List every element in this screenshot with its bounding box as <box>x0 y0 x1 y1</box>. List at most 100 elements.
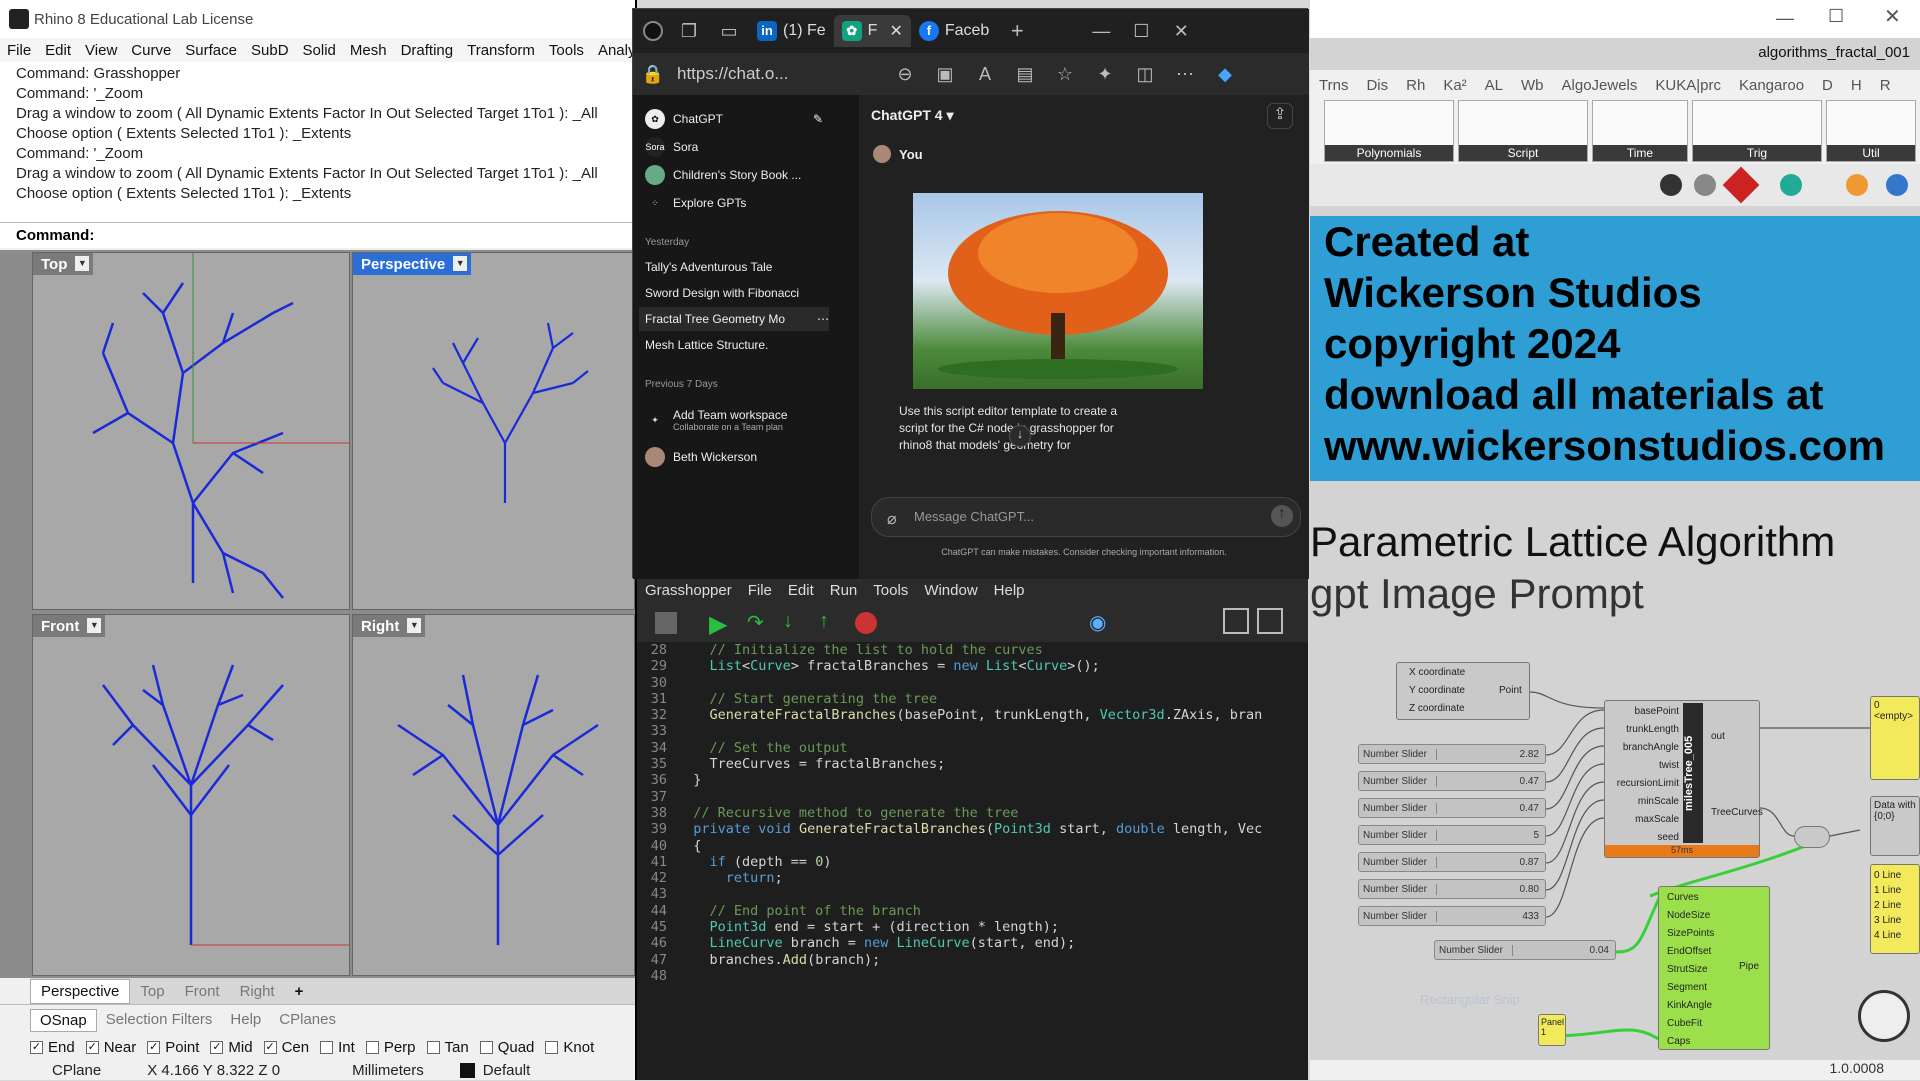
slider-value[interactable]: 5 <box>1437 830 1545 841</box>
wireframe-icon[interactable] <box>1694 174 1716 196</box>
menu-subd[interactable]: SubD <box>244 42 296 59</box>
zoom-icon[interactable]: ⊖ <box>885 64 925 85</box>
code-line[interactable]: 40 { <box>637 838 1308 854</box>
viewport-tab-perspective[interactable]: Perspective ▼ <box>353 253 472 275</box>
menu-view[interactable]: View <box>78 42 124 59</box>
history-item[interactable]: Sword Design with Fibonacci <box>645 281 799 305</box>
number-slider[interactable]: Number Slider 0.47 <box>1358 771 1546 791</box>
send-icon[interactable]: ↑ <box>1271 505 1293 527</box>
code-line[interactable]: 31 // Start generating the tree <box>637 691 1308 707</box>
checkbox[interactable] <box>426 1041 440 1054</box>
more-icon[interactable]: ⋯ <box>1165 64 1205 85</box>
more-icon[interactable]: ⋯ <box>817 312 829 326</box>
menu-tools[interactable]: Tools <box>865 582 916 599</box>
layer-color-swatch[interactable] <box>459 1062 475 1078</box>
sphere-icon[interactable] <box>1846 174 1868 196</box>
stop-icon[interactable] <box>855 612 877 634</box>
close-tab-icon[interactable]: ✕ <box>889 21 902 41</box>
list-panel[interactable]: 0 Line 1 Line 2 Line 3 Line 4 Line <box>1870 864 1920 954</box>
menu-run[interactable]: Run <box>822 582 866 599</box>
slider-value[interactable]: 0.87 <box>1437 857 1545 868</box>
relay-node[interactable] <box>1794 826 1830 848</box>
viewport-tab-front[interactable]: Front ▼ <box>33 615 106 637</box>
read-aloud-icon[interactable]: A <box>965 64 1005 85</box>
chevron-down-icon[interactable]: ▼ <box>75 256 90 271</box>
viewport-tab-top[interactable]: Top ▼ <box>33 253 94 275</box>
code-line[interactable]: 36 } <box>637 772 1308 788</box>
ribbon-time[interactable]: Time <box>1592 100 1688 162</box>
new-chat-icon[interactable]: ✎ <box>813 112 823 126</box>
add-team-workspace[interactable]: ✦ Add Team workspace Collaborate on a Team… <box>645 405 787 435</box>
history-item-active[interactable]: Fractal Tree Geometry Mo ⋯ <box>639 307 829 331</box>
tab-help[interactable]: Help <box>221 1009 270 1032</box>
menu-transform[interactable]: Transform <box>460 42 542 59</box>
ribbon-trig[interactable]: Trig <box>1692 100 1822 162</box>
app-icon[interactable]: ▣ <box>925 64 965 85</box>
scroll-down-icon[interactable]: ↓ <box>1009 425 1031 447</box>
menu-curve[interactable]: Curve <box>124 42 178 59</box>
url-field[interactable]: https://chat.o... <box>665 58 885 90</box>
code-line[interactable]: 28 // Initialize the list to hold the cu… <box>637 642 1308 658</box>
code-line[interactable]: 43 <box>637 886 1308 902</box>
maximize-icon[interactable]: ☐ <box>1121 21 1161 42</box>
model-selector[interactable]: ChatGPT 4 ▾ <box>871 107 954 124</box>
split-screen-icon[interactable]: ◫ <box>1125 64 1165 85</box>
code-line[interactable]: 44 // End point of the branch <box>637 903 1308 919</box>
tab-algojewels[interactable]: AlgoJewels <box>1553 77 1647 94</box>
tab-cplanes[interactable]: CPlanes <box>270 1009 345 1032</box>
code-line[interactable]: 29 List<Curve> fractalBranches = new Lis… <box>637 658 1308 674</box>
code-line[interactable]: 42 return; <box>637 870 1308 886</box>
number-slider[interactable]: Number Slider 0.87 <box>1358 852 1546 872</box>
checkbox-checked[interactable]: ✓ <box>263 1041 277 1054</box>
save-icon[interactable] <box>655 612 677 634</box>
code-line[interactable]: 46 LineCurve branch = new LineCurve(star… <box>637 935 1308 951</box>
code-line[interactable]: 38 // Recursive method to generate the t… <box>637 805 1308 821</box>
profile-avatar[interactable] <box>643 21 663 41</box>
number-slider[interactable]: Number Slider 5 <box>1358 825 1546 845</box>
code-line[interactable]: 48 <box>637 968 1308 984</box>
tab-linkedin[interactable]: in (1) Fe <box>749 15 834 47</box>
attach-icon[interactable]: ⌀ <box>887 509 897 529</box>
menu-drafting[interactable]: Drafting <box>394 42 461 59</box>
history-item[interactable]: Tally's Adventurous Tale <box>645 255 772 279</box>
ribbon-script[interactable]: Script <box>1458 100 1588 162</box>
tab-trns[interactable]: Trns <box>1310 77 1357 94</box>
preview-eye-icon[interactable]: ◉ <box>1089 610 1106 635</box>
tab-facebook[interactable]: f Faceb <box>911 15 997 47</box>
command-prompt[interactable]: Command: <box>0 222 635 248</box>
code-line[interactable]: 47 branches.Add(branch); <box>637 952 1308 968</box>
tab-ka2[interactable]: Ka² <box>1434 77 1475 94</box>
reader-icon[interactable]: ▤ <box>1005 64 1045 85</box>
osnap-mid[interactable]: ✓ Mid <box>210 1039 253 1056</box>
tab-kangaroo[interactable]: Kangaroo <box>1730 77 1813 94</box>
tab-selection-filters[interactable]: Selection Filters <box>97 1009 222 1032</box>
vp-tab-perspective[interactable]: Perspective <box>30 978 131 1004</box>
workspaces-icon[interactable]: ❐ <box>669 21 709 42</box>
code-editor[interactable]: 28 // Initialize the list to hold the cu… <box>637 642 1308 1080</box>
osnap-cen[interactable]: ✓ Cen <box>263 1039 309 1056</box>
checkbox-checked[interactable]: ✓ <box>147 1041 161 1054</box>
empty-panel[interactable]: 0 <empty> <box>1870 696 1920 780</box>
checkbox[interactable] <box>320 1041 334 1054</box>
number-slider-pipe[interactable]: Number Slider 0.04 <box>1434 940 1616 960</box>
output-toggle-icon[interactable] <box>1257 608 1283 634</box>
slider-value[interactable]: 433 <box>1437 911 1545 922</box>
csharp-script-node[interactable]: basePoint trunkLength branchAngle twist … <box>1604 700 1763 858</box>
status-layer[interactable]: Default <box>483 1062 531 1079</box>
panel-toggle-icon[interactable] <box>1223 608 1249 634</box>
status-units[interactable]: Millimeters <box>352 1062 424 1079</box>
lock-icon[interactable]: 🔒 <box>641 64 665 85</box>
step-over-icon[interactable]: ↷ <box>747 610 764 635</box>
globe-icon[interactable] <box>1886 174 1908 196</box>
menu-edit[interactable]: Edit <box>780 582 822 599</box>
menu-solid[interactable]: Solid <box>296 42 343 59</box>
checkbox-checked[interactable]: ✓ <box>30 1041 43 1054</box>
code-line[interactable]: 32 GenerateFractalBranches(basePoint, tr… <box>637 707 1308 723</box>
number-slider[interactable]: Number Slider 2.82 <box>1358 744 1546 764</box>
osnap-quad[interactable]: Quad <box>479 1039 534 1056</box>
shaded-icon[interactable] <box>1722 166 1760 204</box>
tab-chatgpt[interactable]: ✿ F ✕ <box>833 15 911 47</box>
code-line[interactable]: 33 <box>637 723 1308 739</box>
number-slider[interactable]: Number Slider 0.80 <box>1358 879 1546 899</box>
menu-tools[interactable]: Tools <box>542 42 591 59</box>
